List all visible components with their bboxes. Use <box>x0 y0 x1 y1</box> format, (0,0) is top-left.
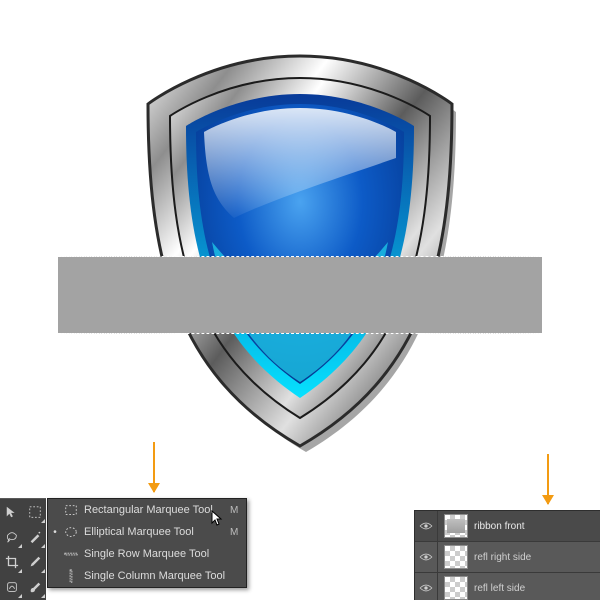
ellipse-marquee-icon <box>62 523 80 541</box>
layer-thumbnail <box>444 545 468 569</box>
layer-row[interactable]: refl right side <box>415 542 600 573</box>
flyout-item-label: Single Row Marquee Tool <box>80 548 230 560</box>
layers-panel: ribbon front refl right side refl left s… <box>414 510 600 600</box>
flyout-item-label: Rectangular Marquee Tool <box>80 504 230 516</box>
flyout-item-label: Elliptical Marquee Tool <box>80 526 230 538</box>
eye-icon <box>419 583 433 593</box>
magic-wand-tool[interactable] <box>23 524 46 549</box>
flyout-item-single-column-marquee[interactable]: Single Column Marquee Tool <box>48 565 246 587</box>
marquee-tool[interactable] <box>23 499 46 524</box>
shield-graphic <box>120 50 480 460</box>
tools-panel <box>0 498 46 600</box>
healing-brush-tool[interactable] <box>0 574 23 599</box>
visibility-toggle[interactable] <box>415 511 438 541</box>
layer-row[interactable]: ribbon front <box>415 511 600 542</box>
keyboard-shortcut: M <box>230 505 246 516</box>
flyout-item-label: Single Column Marquee Tool <box>80 570 230 582</box>
annotation-arrow-icon <box>547 454 549 504</box>
layer-row[interactable]: refl left side <box>415 573 600 600</box>
crop-tool[interactable] <box>0 549 23 574</box>
layer-name: ribbon front <box>474 521 600 532</box>
eyedropper-tool[interactable] <box>23 549 46 574</box>
layer-name: refl right side <box>474 552 600 563</box>
cursor-icon <box>211 510 223 526</box>
active-indicator-icon: • <box>48 527 62 538</box>
eye-icon <box>419 552 433 562</box>
rectangular-selection[interactable] <box>58 257 542 333</box>
move-tool[interactable] <box>0 499 23 524</box>
layer-thumbnail <box>444 514 468 538</box>
layer-name: refl left side <box>474 583 600 594</box>
col-marquee-icon <box>62 567 80 585</box>
row-marquee-icon <box>62 545 80 563</box>
canvas: Rectangular Marquee Tool M • Elliptical … <box>0 0 600 600</box>
annotation-arrow-icon <box>153 442 155 492</box>
brush-tool[interactable] <box>23 574 46 599</box>
keyboard-shortcut: M <box>230 527 246 538</box>
eye-icon <box>419 521 433 531</box>
lasso-tool[interactable] <box>0 524 23 549</box>
layer-thumbnail <box>444 576 468 600</box>
visibility-toggle[interactable] <box>415 542 438 572</box>
rect-marquee-icon <box>62 501 80 519</box>
flyout-item-single-row-marquee[interactable]: Single Row Marquee Tool <box>48 543 246 565</box>
visibility-toggle[interactable] <box>415 573 438 600</box>
